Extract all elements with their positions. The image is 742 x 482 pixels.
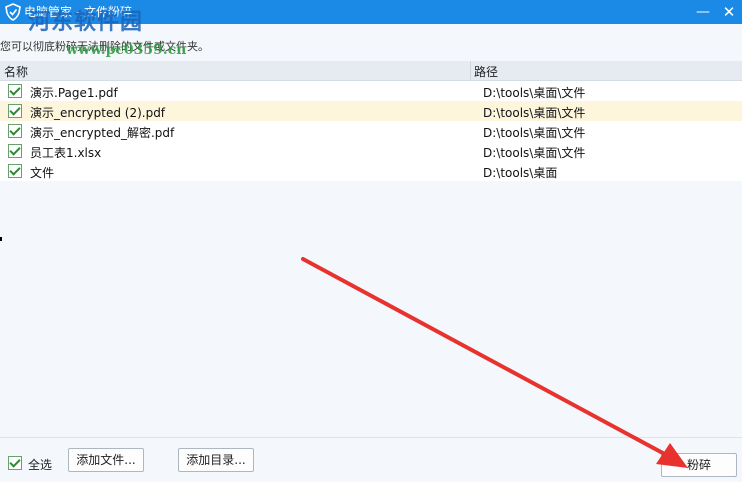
file-list: 演示.Page1.pdf D:\tools\桌面\文件 演示_encrypted… <box>0 81 742 181</box>
footer-bar: 全选 添加文件... 添加目录... 粉碎 <box>0 437 742 482</box>
row-checkbox[interactable] <box>8 104 22 118</box>
row-checkbox[interactable] <box>8 164 22 178</box>
file-path: D:\tools\桌面\文件 <box>483 146 586 160</box>
file-name: 演示_encrypted_解密.pdf <box>30 126 175 140</box>
list-empty-area <box>0 181 742 437</box>
close-button[interactable]: ✕ <box>716 0 742 24</box>
file-name: 演示.Page1.pdf <box>30 86 118 100</box>
file-name: 员工表1.xlsx <box>30 146 102 160</box>
file-path: D:\tools\桌面\文件 <box>483 106 586 120</box>
table-row[interactable]: 员工表1.xlsx D:\tools\桌面\文件 <box>0 141 742 161</box>
row-checkbox[interactable] <box>8 124 22 138</box>
table-row[interactable]: 演示.Page1.pdf D:\tools\桌面\文件 <box>0 81 742 101</box>
row-checkbox[interactable] <box>8 84 22 98</box>
table-header: 名称 路径 <box>0 61 742 81</box>
table-row[interactable]: 文件 D:\tools\桌面 <box>0 161 742 181</box>
file-name: 演示_encrypted (2).pdf <box>30 106 166 120</box>
table-row[interactable]: 演示_encrypted (2).pdf D:\tools\桌面\文件 <box>0 101 742 121</box>
table-row[interactable]: 演示_encrypted_解密.pdf D:\tools\桌面\文件 <box>0 121 742 141</box>
column-header-name[interactable]: 名称 <box>4 63 28 80</box>
column-divider[interactable] <box>470 61 471 80</box>
row-checkbox[interactable] <box>8 144 22 158</box>
window-title: 电脑管家 - 文件粉碎 <box>24 5 132 19</box>
title-bar: 电脑管家 - 文件粉碎 — ✕ <box>0 0 742 24</box>
file-name: 文件 <box>30 166 55 180</box>
watermark-url: www.pc0359.cn <box>66 42 187 58</box>
file-path: D:\tools\桌面\文件 <box>483 86 586 100</box>
shield-logo-icon <box>5 3 21 21</box>
edge-marker <box>0 237 2 241</box>
select-all-checkbox[interactable] <box>8 456 22 470</box>
shred-button[interactable]: 粉碎 <box>661 453 737 477</box>
add-file-button[interactable]: 添加文件... <box>68 448 144 472</box>
file-path: D:\tools\桌面 <box>483 166 558 180</box>
column-header-path[interactable]: 路径 <box>474 63 498 80</box>
file-path: D:\tools\桌面\文件 <box>483 126 586 140</box>
select-all-label[interactable]: 全选 <box>28 456 52 473</box>
minimize-button[interactable]: — <box>690 0 716 24</box>
add-directory-button[interactable]: 添加目录... <box>178 448 254 472</box>
